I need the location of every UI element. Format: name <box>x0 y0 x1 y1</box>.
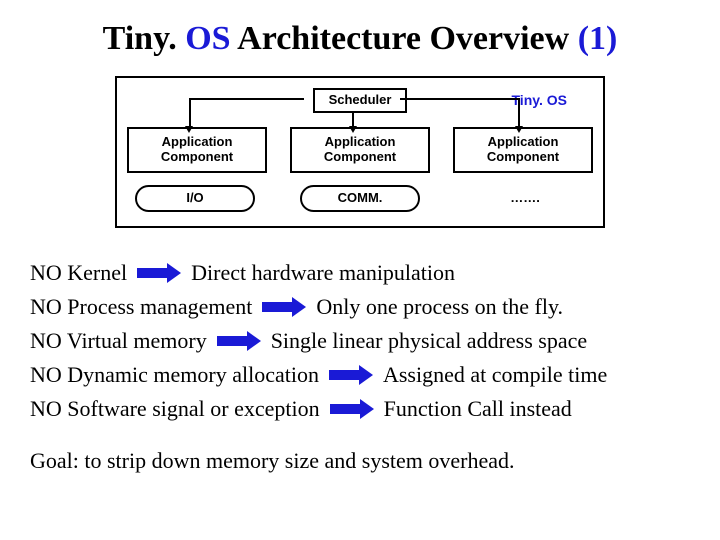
io-pill: I/O <box>135 185 255 212</box>
bullet-left: NO Dynamic memory allocation <box>30 358 319 392</box>
ellipsis-label: ……. <box>465 191 585 206</box>
connector-line <box>400 98 520 100</box>
app-component-box: Application Component <box>127 127 267 173</box>
app-component-box: Application Component <box>290 127 430 173</box>
bullet-right: Direct hardware manipulation <box>191 256 455 290</box>
bullet-left: NO Kernel <box>30 256 127 290</box>
arrow-right-icon <box>217 333 261 349</box>
bullet-row: NO Kernel Direct hardware manipulation <box>30 256 690 290</box>
bullet-right: Function Call instead <box>384 392 572 426</box>
connector-line <box>189 98 191 128</box>
scheduler-label: Scheduler <box>329 92 392 107</box>
scheduler-box: Scheduler <box>313 88 408 113</box>
architecture-diagram: Scheduler Tiny. OS Application Component… <box>115 76 605 228</box>
comm-pill: COMM. <box>300 185 420 212</box>
bullet-row: NO Virtual memory Single linear physical… <box>30 324 690 358</box>
connector-line <box>189 98 304 100</box>
bullet-row: NO Dynamic memory allocation Assigned at… <box>30 358 690 392</box>
bullet-list: NO Kernel Direct hardware manipulation N… <box>30 256 690 426</box>
bullet-right: Assigned at compile time <box>383 358 607 392</box>
bullet-row: NO Process management Only one process o… <box>30 290 690 324</box>
bullet-left: NO Software signal or exception <box>30 392 320 426</box>
arrow-right-icon <box>262 299 306 315</box>
goal-text: Goal: to strip down memory size and syst… <box>30 448 690 474</box>
bullet-right: Single linear physical address space <box>271 324 587 358</box>
arrow-right-icon <box>329 367 373 383</box>
arrow-right-icon <box>137 265 181 281</box>
title-suffix: (1) <box>578 20 618 57</box>
bullet-left: NO Virtual memory <box>30 324 207 358</box>
diagram-mid-row: Application Component Application Compon… <box>127 127 593 173</box>
app-component-box: Application Component <box>453 127 593 173</box>
title-prefix: Tiny. <box>103 20 186 57</box>
diagram-bottom-row: I/O COMM. ……. <box>127 185 593 212</box>
title-middle: Architecture Overview <box>231 20 578 57</box>
connector-line <box>352 112 354 128</box>
connector-line <box>518 98 520 128</box>
arrow-right-icon <box>330 401 374 417</box>
diagram-top-row: Scheduler Tiny. OS <box>127 88 593 113</box>
bullet-right: Only one process on the fly. <box>316 290 563 324</box>
bullet-left: NO Process management <box>30 290 252 324</box>
slide-title: Tiny. OS Architecture Overview (1) <box>30 20 690 58</box>
diagram-container: Scheduler Tiny. OS Application Component… <box>30 76 690 228</box>
title-highlight: OS <box>185 20 230 57</box>
bullet-row: NO Software signal or exception Function… <box>30 392 690 426</box>
